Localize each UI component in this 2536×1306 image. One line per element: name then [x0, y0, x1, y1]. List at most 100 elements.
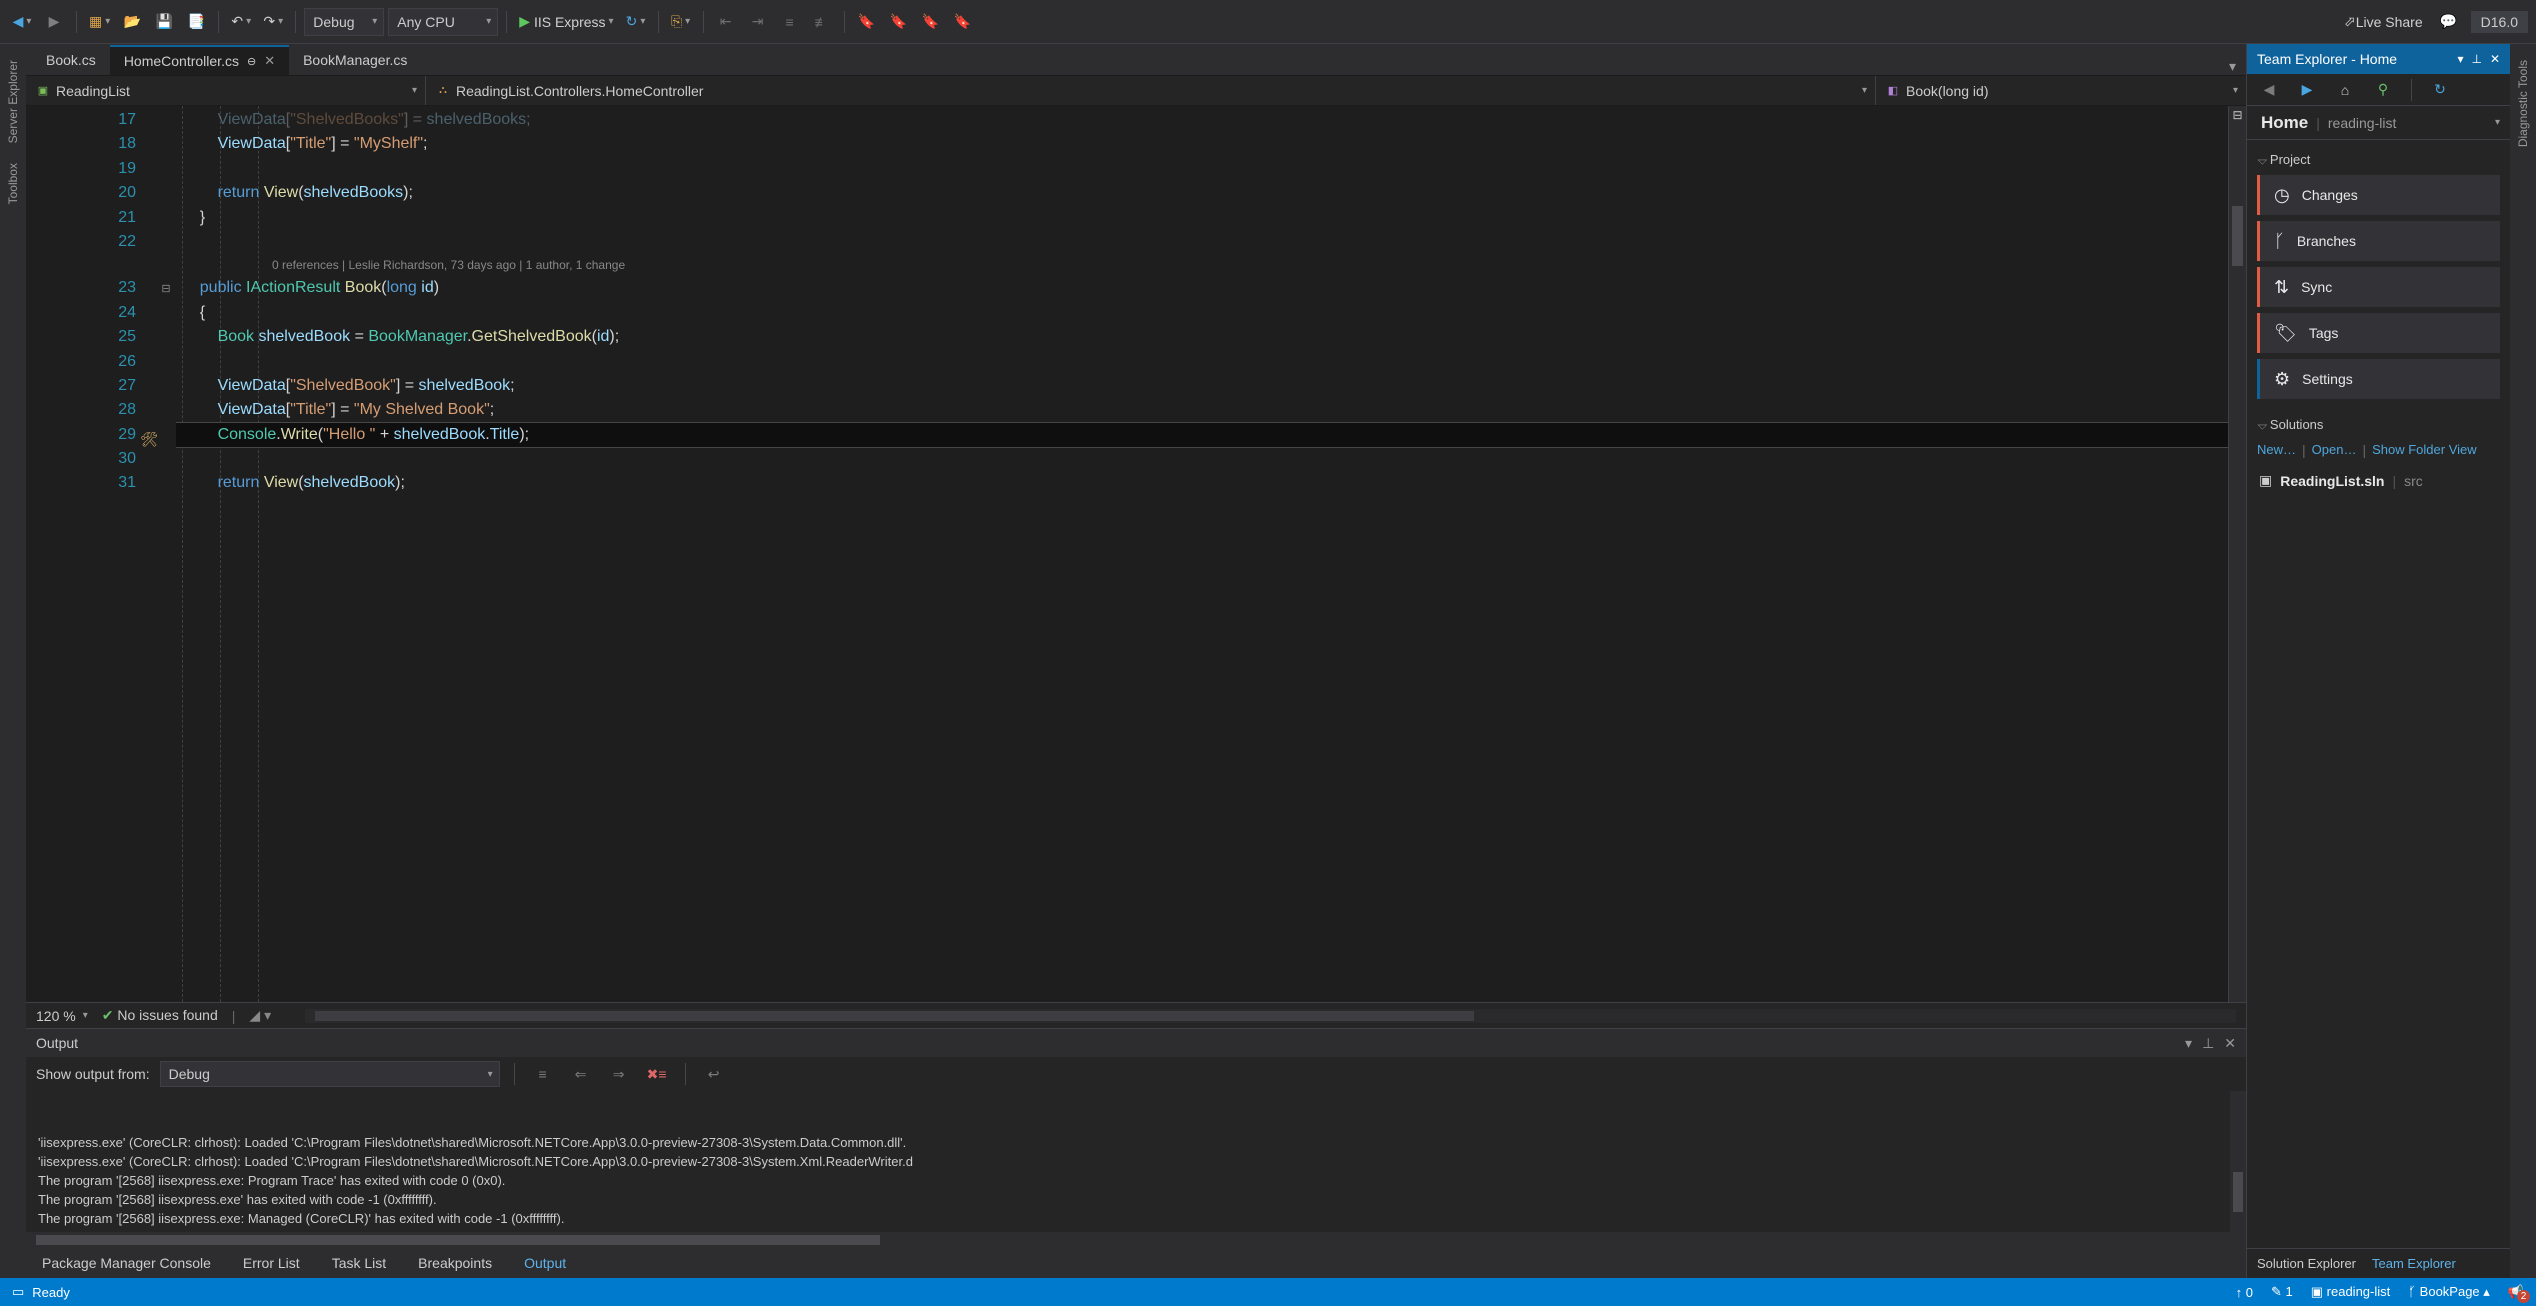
bottom-tab[interactable]: Breakpoints [412, 1251, 498, 1275]
te-tile-sync[interactable]: ⇅Sync [2257, 267, 2500, 307]
code-line[interactable]: return View(shelvedBook); [176, 471, 2228, 495]
side-tab-toolbox[interactable]: Toolbox [4, 153, 22, 214]
nav-back-button[interactable]: ◀▾ [8, 8, 36, 36]
te-open-link[interactable]: Open… [2312, 442, 2357, 458]
code-line[interactable] [176, 230, 2228, 254]
issues-indicator[interactable]: ✔ No issues found [102, 1007, 218, 1024]
platform-select[interactable]: Any CPU [388, 8, 498, 36]
split-icon[interactable]: ⊟ [2231, 108, 2244, 122]
code-line[interactable]: ViewData["Title"] = "MyShelf"; [176, 132, 2228, 156]
indent-in-button[interactable]: ⇥ [744, 8, 772, 36]
autohide-button[interactable]: ⊥ [2202, 1035, 2214, 1052]
editor-tab[interactable]: Book.cs [32, 45, 110, 75]
code-line[interactable]: ViewData["Title"] = "My Shelved Book"; [176, 398, 2228, 422]
editor-tab[interactable]: BookManager.cs [289, 45, 421, 75]
repo-indicator[interactable]: ▣ reading-list [2311, 1284, 2391, 1300]
te-context-header[interactable]: Home | reading-list [2247, 106, 2510, 140]
health-indicator[interactable]: ◢ ▾ [249, 1007, 271, 1024]
autohide-button[interactable]: ⊥ [2471, 52, 2481, 66]
te-plug-button[interactable]: ⚲ [2369, 76, 2397, 104]
code-line[interactable]: Console.Write("Hello " + shelvedBook.Tit… [176, 423, 2228, 447]
code-line[interactable]: ViewData["ShelvedBooks"] = shelvedBooks; [176, 108, 2228, 132]
te-new-link[interactable]: New… [2257, 442, 2296, 458]
browser-refresh-button[interactable]: ↻▾ [622, 8, 650, 36]
te-tile-changes[interactable]: ◷Changes [2257, 175, 2500, 215]
bottom-tab[interactable]: Task List [326, 1251, 392, 1275]
code-line[interactable]: return View(shelvedBooks); [176, 181, 2228, 205]
close-panel-button[interactable]: ✕ [2224, 1035, 2236, 1052]
tab-team-explorer[interactable]: Team Explorer [2372, 1256, 2456, 1271]
output-vscroll[interactable] [2230, 1091, 2246, 1232]
publish-indicator[interactable]: ↑ 0 [2236, 1285, 2253, 1300]
output-hscroll[interactable] [26, 1232, 2246, 1248]
code-line[interactable]: } [176, 206, 2228, 230]
zoom-select[interactable]: 120 %▾ [36, 1008, 88, 1024]
te-project-section[interactable]: Project [2257, 148, 2500, 175]
nav-type-select[interactable]: ⛬ReadingList.Controllers.HomeController [426, 76, 1876, 105]
nav-fwd-button[interactable]: ▶ [40, 8, 68, 36]
uncomment-button[interactable]: ≢ [808, 8, 836, 36]
panel-title-bar[interactable]: Team Explorer - Home ▾ ⊥ ✕ [2247, 44, 2510, 74]
te-showfolder-link[interactable]: Show Folder View [2372, 442, 2477, 458]
horizontal-scrollbar[interactable] [305, 1009, 2236, 1023]
code-line[interactable] [176, 157, 2228, 181]
code-line[interactable]: public IActionResult Book(long id) [176, 276, 2228, 300]
open-file-button[interactable]: 📂 [118, 8, 146, 36]
te-back-button[interactable]: ◀ [2255, 76, 2283, 104]
side-tab-diagnostic-tools[interactable]: Diagnostic Tools [2514, 50, 2532, 157]
new-project-button[interactable]: ▦▾ [85, 8, 114, 36]
bookmark-prev-button[interactable]: 🔖 [949, 8, 977, 36]
code-line[interactable] [176, 350, 2228, 374]
code-editor[interactable]: 17181920212223242526272829🛠3031 ⊟ ViewDa… [26, 106, 2246, 1002]
nav-project-select[interactable]: ▣ReadingList [26, 76, 426, 105]
te-fwd-button[interactable]: ▶ [2293, 76, 2321, 104]
output-prev-button[interactable]: ⇐ [567, 1060, 595, 1088]
close-panel-button[interactable]: ✕ [2490, 52, 2500, 66]
close-icon[interactable]: ✕ [264, 53, 275, 69]
pin-icon[interactable]: ⊖ [247, 55, 256, 68]
output-find-button[interactable]: ≡ [529, 1060, 557, 1088]
tab-solution-explorer[interactable]: Solution Explorer [2257, 1256, 2356, 1271]
redo-button[interactable]: ↷▾ [259, 8, 287, 36]
window-position-button[interactable]: ▾ [2185, 1035, 2192, 1052]
fold-toggle[interactable]: ⊟ [156, 276, 176, 300]
te-tile-tags[interactable]: 🏷Tags [2257, 313, 2500, 353]
step-button-1[interactable]: ⎘▾ [667, 8, 695, 36]
bottom-tab[interactable]: Output [518, 1251, 572, 1275]
te-solution-item[interactable]: ▣ ReadingList.sln | src [2257, 468, 2500, 493]
te-home-button[interactable]: ⌂ [2331, 76, 2359, 104]
live-share-button[interactable]: ⬀ Live Share [2340, 8, 2427, 36]
editor-tab[interactable]: HomeController.cs⊖✕ [110, 45, 289, 75]
bottom-tab[interactable]: Error List [237, 1251, 306, 1275]
output-wrap-button[interactable]: ↩ [700, 1060, 728, 1088]
save-button[interactable]: 💾 [150, 8, 178, 36]
code-line[interactable]: Book shelvedBook = BookManager.GetShelve… [176, 325, 2228, 349]
config-select[interactable]: Debug [304, 8, 384, 36]
codelens[interactable]: 0 references | Leslie Richardson, 73 day… [176, 254, 2228, 276]
bookmark-button[interactable]: 🔖 [853, 8, 881, 36]
window-position-button[interactable]: ▾ [2457, 52, 2463, 66]
nav-member-select[interactable]: ◧Book(long id) [1876, 76, 2246, 105]
te-tile-settings[interactable]: ⚙Settings [2257, 359, 2500, 399]
comment-button[interactable]: ≡ [776, 8, 804, 36]
save-all-button[interactable]: 📑 [182, 8, 210, 36]
feedback-button[interactable]: 💬 [2435, 8, 2463, 36]
branch-indicator[interactable]: ᚶ BookPage ▴ [2408, 1284, 2490, 1300]
pending-changes-indicator[interactable]: ✎ 1 [2271, 1284, 2293, 1300]
bookmark-next-button[interactable]: 🔖 [917, 8, 945, 36]
code-line[interactable]: ViewData["ShelvedBook"] = shelvedBook; [176, 374, 2228, 398]
vertical-scrollbar[interactable]: ⊟ [2228, 106, 2246, 1002]
code-line[interactable]: { [176, 301, 2228, 325]
output-text[interactable]: 'iisexpress.exe' (CoreCLR: clrhost): Loa… [26, 1091, 2246, 1232]
code-line[interactable] [176, 447, 2228, 471]
output-clear-button[interactable]: ✖≡ [643, 1060, 671, 1088]
side-tab-server-explorer[interactable]: Server Explorer [4, 50, 22, 153]
bookmark-clear-button[interactable]: 🔖 [885, 8, 913, 36]
code-area[interactable]: ViewData["ShelvedBooks"] = shelvedBooks;… [176, 106, 2228, 1002]
te-refresh-button[interactable]: ↻ [2426, 76, 2454, 104]
output-next-button[interactable]: ⇒ [605, 1060, 633, 1088]
indent-out-button[interactable]: ⇤ [712, 8, 740, 36]
output-source-select[interactable]: Debug [160, 1061, 500, 1087]
start-debug-button[interactable]: ▶ IIS Express▾ [515, 8, 617, 36]
undo-button[interactable]: ↶▾ [227, 8, 255, 36]
